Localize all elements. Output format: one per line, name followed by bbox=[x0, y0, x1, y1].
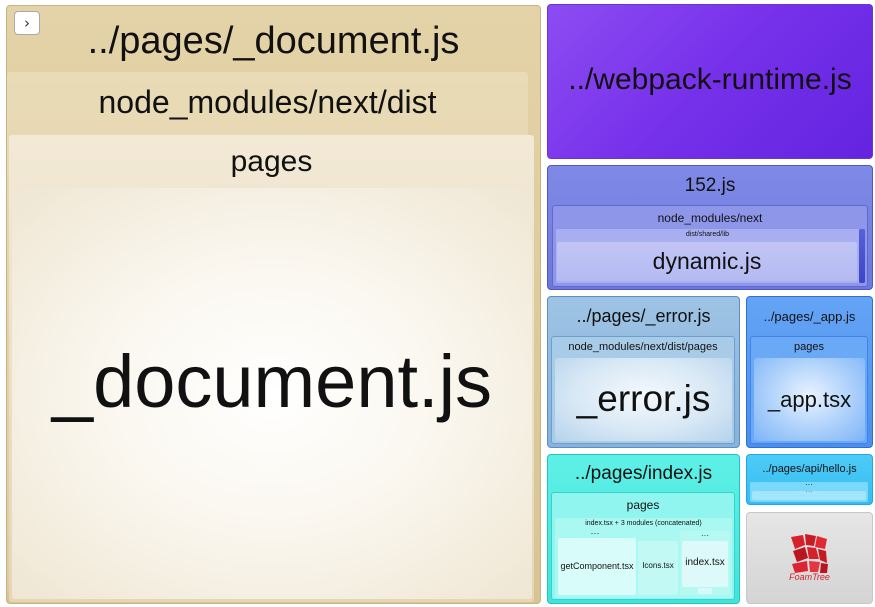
webpack-runtime-tile[interactable]: ../webpack-runtime.js bbox=[547, 4, 873, 159]
document-chunk-title: ../pages/_document.js bbox=[87, 20, 460, 62]
app-module-label: _app.tsx bbox=[767, 387, 852, 412]
chunk-152-small-module-tile[interactable] bbox=[859, 229, 865, 283]
document-module-label: _document.js bbox=[51, 340, 493, 423]
index-module-label: index.tsx bbox=[685, 557, 725, 568]
error-module-tile[interactable]: _error.js bbox=[555, 358, 732, 441]
document-pages-label: pages bbox=[230, 145, 313, 178]
foamtree-logo-text: FoamTree bbox=[789, 572, 830, 582]
chunk-152-node-modules-label: node_modules/next bbox=[657, 211, 763, 225]
app-chunk-title: ../pages/_app.js bbox=[763, 309, 856, 324]
index-folder-more: ··· bbox=[701, 531, 709, 540]
index-small-module-more: ···· bbox=[701, 588, 709, 591]
index-small-module-tile[interactable]: ···· bbox=[698, 588, 712, 594]
sidebar-toggle-button[interactable]: › bbox=[14, 11, 40, 35]
icons-module-tile[interactable]: Icons.tsx bbox=[638, 541, 678, 595]
chunk-152-title: 152.js bbox=[684, 175, 736, 196]
error-node-modules-label: node_modules/next/dist/pages bbox=[568, 341, 718, 353]
hello-pages-more: ··· bbox=[805, 482, 813, 489]
get-component-module-label: getComponent.tsx bbox=[560, 561, 634, 571]
hello-api-more: ··· bbox=[805, 491, 813, 495]
icons-module-label: Icons.tsx bbox=[642, 561, 674, 570]
chevron-right-icon: › bbox=[24, 13, 30, 32]
hello-chunk-title: ../pages/api/hello.js bbox=[762, 463, 857, 475]
dynamic-module-label: dynamic.js bbox=[652, 248, 762, 274]
app-module-tile[interactable]: _app.tsx bbox=[754, 358, 865, 441]
index-chunk-title: ../pages/index.js bbox=[574, 463, 713, 484]
index-concatenated-more: ··· bbox=[590, 528, 600, 538]
webpack-runtime-label: ../webpack-runtime.js bbox=[568, 63, 852, 96]
index-pages-label: pages bbox=[626, 498, 660, 512]
index-module-tile[interactable]: index.tsx bbox=[682, 541, 728, 587]
index-concatenated-label: index.tsx + 3 modules (concatenated) bbox=[585, 520, 702, 527]
document-node-modules-label: node_modules/next/dist bbox=[98, 84, 437, 120]
get-component-module-tile[interactable]: getComponent.tsx bbox=[558, 538, 636, 595]
chunk-152-dist-label: dist/shared/lib bbox=[685, 231, 730, 238]
hello-api-tile[interactable]: ··· bbox=[752, 491, 866, 500]
foamtree-logo-tile[interactable]: FoamTree bbox=[746, 512, 873, 604]
dynamic-module-tile[interactable]: dynamic.js bbox=[557, 242, 857, 281]
error-module-label: _error.js bbox=[576, 378, 711, 419]
document-module-tile[interactable]: _document.js bbox=[12, 188, 532, 599]
error-chunk-title: ../pages/_error.js bbox=[576, 306, 711, 326]
app-pages-label: pages bbox=[794, 341, 824, 353]
